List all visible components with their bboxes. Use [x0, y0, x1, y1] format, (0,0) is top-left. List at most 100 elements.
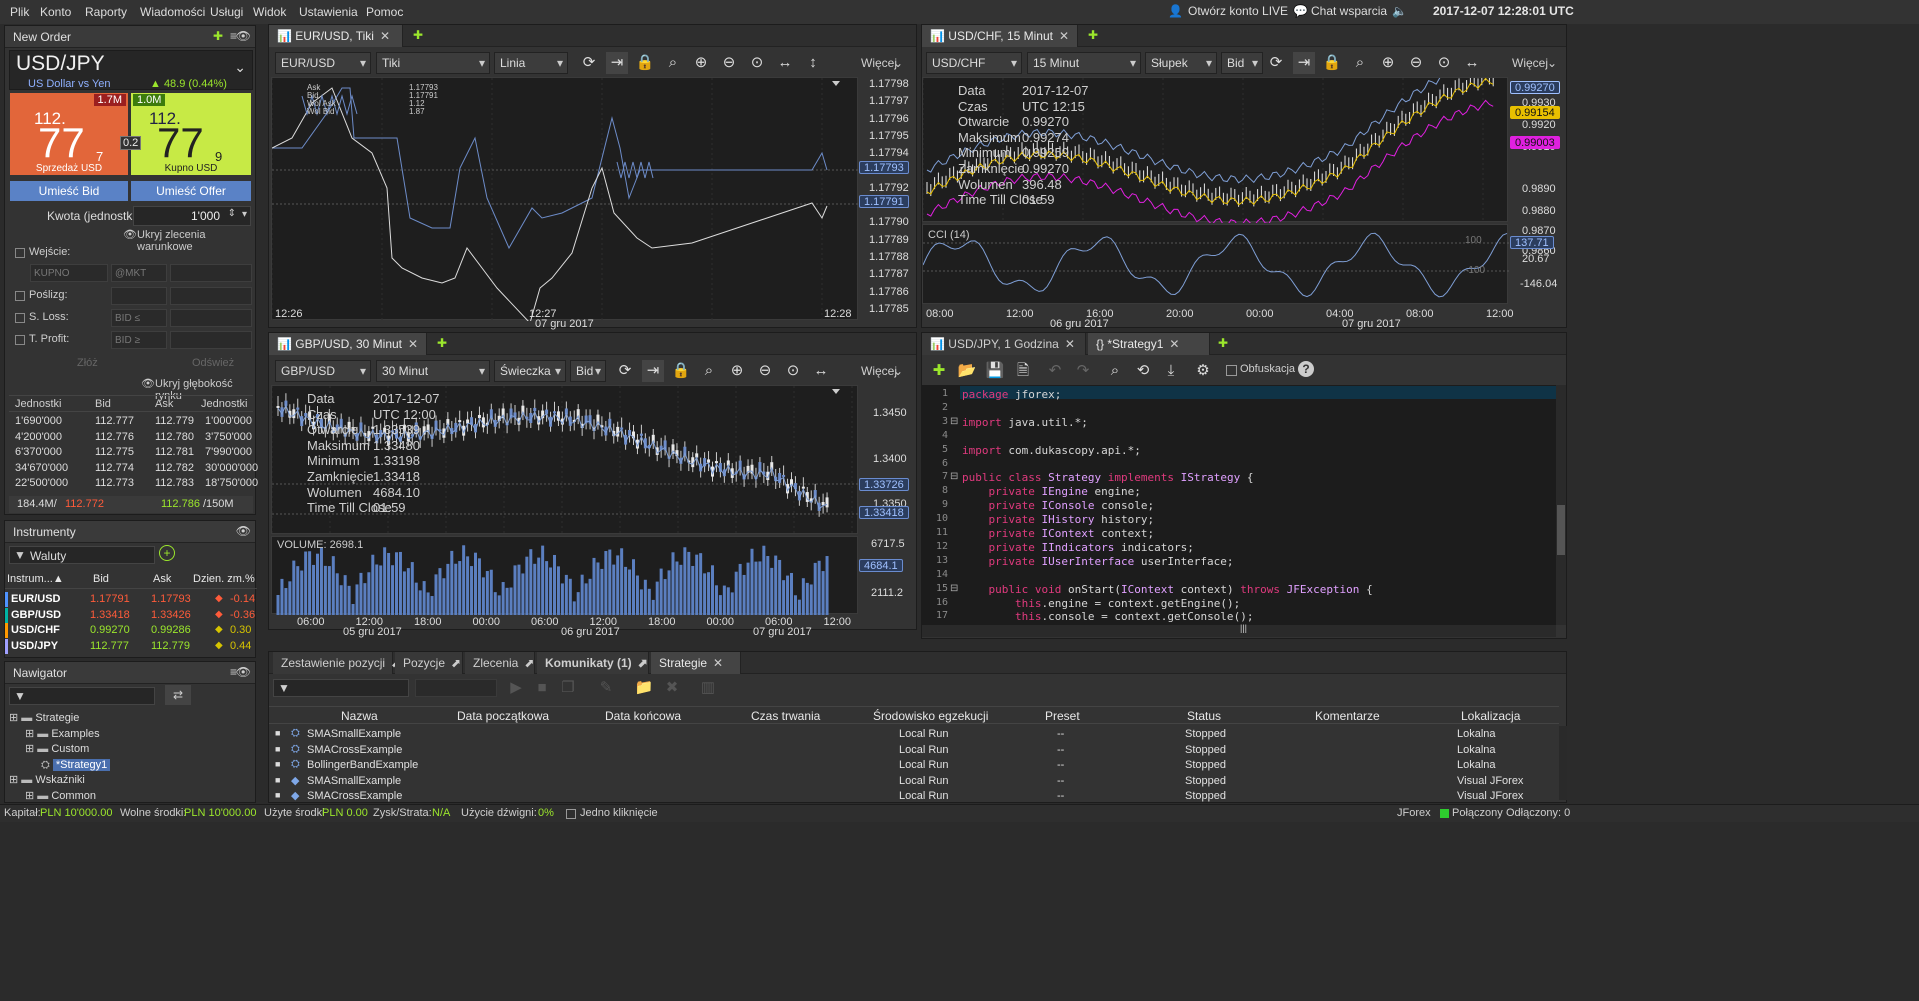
- report-icon[interactable]: ▥: [697, 677, 719, 699]
- entry-price-field[interactable]: [170, 264, 252, 282]
- entry-checkbox[interactable]: [15, 248, 25, 258]
- close-icon[interactable]: ✕: [408, 337, 418, 351]
- new-chart-icon[interactable]: ✚: [413, 28, 423, 42]
- more-menu[interactable]: Więcej: [1512, 56, 1548, 70]
- refresh-button[interactable]: Odśwież: [192, 357, 234, 369]
- instrument-row[interactable]: USD/CHF 0.99270 0.99286 ◆ 0.30: [5, 623, 257, 638]
- h-stretch-icon[interactable]: ↔: [1461, 52, 1483, 74]
- fold-icon[interactable]: ⊟: [950, 416, 958, 427]
- tab-orders[interactable]: Zlecenia ⬈: [465, 652, 535, 674]
- slippage-checkbox[interactable]: [15, 291, 25, 301]
- chevron-down-icon[interactable]: ⌄: [893, 56, 903, 70]
- menu-reports[interactable]: Raporty: [85, 5, 127, 19]
- col-bid[interactable]: Bid: [93, 573, 109, 585]
- delete-icon[interactable]: ✖: [661, 677, 683, 699]
- col-duration[interactable]: Czas trwania: [751, 709, 820, 723]
- col-ask[interactable]: Ask: [153, 573, 171, 585]
- slippage-field-2[interactable]: [170, 287, 252, 305]
- preset-select[interactable]: [415, 679, 497, 697]
- expand-icon[interactable]: ⊞: [25, 728, 34, 740]
- play-icon[interactable]: ▶: [505, 677, 527, 699]
- instrument-row[interactable]: GBP/USD 1.33418 1.33426 ◆ -0.36: [5, 607, 257, 623]
- menu-settings[interactable]: Ustawienia: [299, 5, 358, 19]
- expand-icon[interactable]: ⊞: [9, 712, 18, 724]
- tab-messages[interactable]: Komunikaty (1) ⬈: [537, 652, 649, 674]
- zoom-reset-icon[interactable]: ⊙: [746, 52, 768, 74]
- strategy-row[interactable]: ■ ◆ SMASmallExample Local Run -- Stopped Visua…: [269, 773, 1559, 789]
- zoom-out-icon[interactable]: ⊖: [718, 52, 740, 74]
- search-icon[interactable]: ⌕: [1104, 360, 1126, 382]
- instrument-row[interactable]: EUR/USD 1.17791 1.17793 ◆ -0.14: [5, 592, 257, 607]
- eye-icon[interactable]: 👁: [236, 29, 251, 43]
- more-menu[interactable]: Więcej: [861, 364, 897, 378]
- zoom-fit-icon[interactable]: ⌕: [1349, 52, 1371, 74]
- zoom-fit-icon[interactable]: ⌕: [662, 52, 684, 74]
- hide-conditional-link[interactable]: Ukryj zlecenia warunkowe: [137, 229, 255, 253]
- buy-button[interactable]: 1.0M 112. 77 9 Kupno USD: [131, 93, 251, 175]
- strategy-row[interactable]: ■ ⛭ BollingerBandExample Local Run -- Stopped…: [269, 758, 1559, 773]
- scroll-grip-icon[interactable]: |||: [1240, 623, 1247, 633]
- lock-icon[interactable]: 🔒: [670, 360, 692, 382]
- new-chart-icon[interactable]: ✚: [1218, 336, 1228, 350]
- entry-mkt-field[interactable]: @MKT: [111, 264, 167, 282]
- zoom-out-icon[interactable]: ⊖: [1405, 52, 1427, 74]
- instrument-select[interactable]: USD/CHF: [926, 52, 1022, 74]
- chevron-down-icon[interactable]: ⌄: [893, 364, 903, 378]
- tree-item[interactable]: ⊞ ▬ Wskaźniki: [9, 772, 85, 787]
- expand-icon[interactable]: ⊞: [9, 774, 18, 786]
- detach-icon[interactable]: ⬈: [638, 656, 648, 670]
- scroll-thumb[interactable]: [1557, 505, 1565, 555]
- eye-icon[interactable]: 👁: [236, 665, 251, 679]
- place-bid-button[interactable]: Umieść Bid: [10, 181, 128, 201]
- folder-icon[interactable]: 📁: [633, 677, 655, 699]
- period-select[interactable]: 30 Minut: [376, 360, 490, 382]
- zoom-in-icon[interactable]: ⊕: [1377, 52, 1399, 74]
- h-scrollbar[interactable]: |||: [922, 623, 1556, 637]
- detach-icon[interactable]: ⬈: [451, 656, 461, 670]
- style-select[interactable]: Słupek: [1145, 52, 1217, 74]
- place-offer-button[interactable]: Umieść Offer: [131, 181, 251, 201]
- strategy-row[interactable]: ■ ◆ SMACrossExample Local Run -- Stopped Visua…: [269, 789, 1559, 804]
- tree-item[interactable]: ⛭ *Strategy1: [41, 757, 111, 772]
- download-icon[interactable]: ⤓: [1160, 360, 1182, 382]
- edit-icon[interactable]: ✎: [595, 677, 617, 699]
- tab-strategies[interactable]: Strategie ✕: [651, 652, 741, 674]
- save-all-icon[interactable]: 🗎: [1012, 360, 1034, 382]
- chart-plot[interactable]: [271, 77, 859, 324]
- copy-icon[interactable]: ❐: [557, 677, 579, 699]
- expand-icon[interactable]: ⊞: [25, 790, 34, 802]
- fold-icon[interactable]: ⊟: [950, 471, 958, 482]
- stoploss-field[interactable]: BID ≤: [111, 309, 167, 327]
- swap-icon[interactable]: ⇄: [165, 685, 191, 705]
- instrument-select[interactable]: EUR/USD: [275, 52, 371, 74]
- chart-tab[interactable]: 📊 USD/JPY, 1 Godzina ✕: [922, 333, 1086, 355]
- refresh-icon[interactable]: ⟳: [614, 360, 636, 382]
- compile-icon[interactable]: ⚙: [1192, 360, 1214, 382]
- strategy-filter[interactable]: ▼: [273, 679, 409, 697]
- sell-button[interactable]: 1.7M 112. 77 7 Sprzedaż USD: [10, 93, 128, 175]
- detach-icon[interactable]: ⬈: [524, 656, 534, 670]
- new-chart-icon[interactable]: ✚: [1088, 28, 1098, 42]
- slippage-field[interactable]: [111, 287, 167, 305]
- fold-icon[interactable]: ⊟: [950, 583, 958, 594]
- lock-icon[interactable]: 🔒: [1321, 52, 1343, 74]
- menu-help[interactable]: Pomoc: [366, 5, 403, 19]
- menu-news[interactable]: Wiadomości: [140, 5, 205, 19]
- v-stretch-icon[interactable]: ↕: [802, 52, 824, 74]
- close-icon[interactable]: ✕: [380, 29, 390, 43]
- autoshift-icon[interactable]: ⇥: [1293, 52, 1315, 74]
- col-comments[interactable]: Komentarze: [1315, 709, 1380, 723]
- close-icon[interactable]: ✕: [1169, 337, 1179, 351]
- chevron-down-icon[interactable]: ▾: [242, 209, 247, 220]
- takeprofit-field[interactable]: BID ≥: [111, 331, 167, 349]
- open-folder-icon[interactable]: 📂: [956, 360, 978, 382]
- tree-item[interactable]: ⊞ ▬ Custom: [25, 741, 89, 756]
- menu-file[interactable]: Plik: [10, 5, 29, 19]
- tree-item[interactable]: ⊞ ▬ Examples: [25, 726, 100, 741]
- menu-services[interactable]: Usługi: [210, 5, 243, 19]
- speaker-icon[interactable]: 🔈: [1392, 4, 1407, 18]
- instrument-filter[interactable]: ▼ Waluty: [9, 546, 155, 564]
- code-area[interactable]: 1 package jforex; 2 3 import java.util.*; ⊟ 4 5…: [922, 385, 1556, 625]
- autoshift-icon[interactable]: ⇥: [606, 52, 628, 74]
- zoom-fit-icon[interactable]: ⌕: [698, 360, 720, 382]
